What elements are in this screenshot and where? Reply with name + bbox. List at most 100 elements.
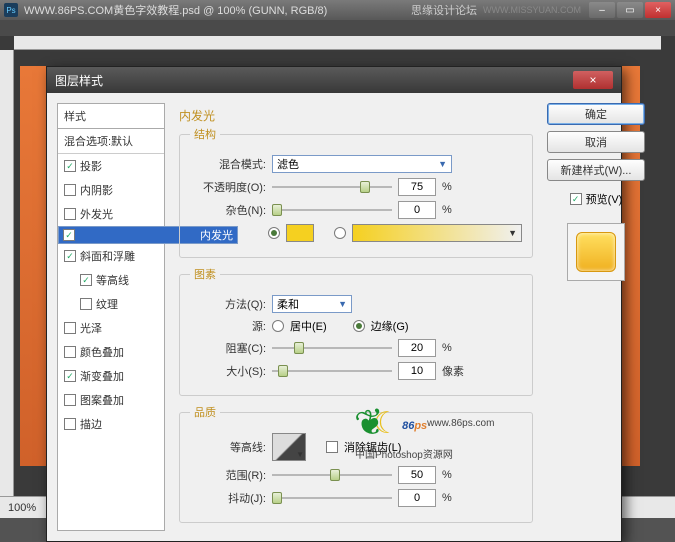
- chevron-down-icon: ▼: [508, 228, 521, 238]
- elements-group: 图素 方法(Q): 柔和 ▼ 源: 居中(E) 边缘: [179, 266, 533, 396]
- styles-list: 样式 混合选项:默认 投影 内阴影 外发光 内发光 斜面和浮雕 等高线 纹理 光…: [57, 103, 165, 531]
- jitter-unit: %: [442, 492, 452, 504]
- color-swatch[interactable]: [286, 224, 314, 242]
- style-item-contour[interactable]: 等高线: [58, 268, 164, 292]
- contour-label: 等高线:: [190, 439, 266, 455]
- checkbox[interactable]: [64, 346, 76, 358]
- preview-toggle[interactable]: 预览(V): [570, 191, 623, 207]
- maximize-button[interactable]: ▭: [617, 2, 643, 18]
- range-input[interactable]: [398, 466, 436, 484]
- checkbox[interactable]: [80, 274, 92, 286]
- size-input[interactable]: [398, 362, 436, 380]
- checkbox[interactable]: [64, 394, 76, 406]
- jitter-label: 抖动(J):: [190, 490, 266, 506]
- settings-panel: 内发光 结构 混合模式: 滤色 ▼ 不透明度(O): %: [173, 103, 539, 531]
- forum-label: 思缘设计论坛: [411, 2, 477, 18]
- blending-options[interactable]: 混合选项:默认: [58, 129, 164, 154]
- style-item-satin[interactable]: 光泽: [58, 316, 164, 340]
- opacity-unit: %: [442, 181, 452, 193]
- document-title: WWW.86PS.COM黄色字效教程.psd @ 100% (GUNN, RGB…: [24, 2, 411, 18]
- checkbox[interactable]: [63, 229, 75, 241]
- style-item-bevel[interactable]: 斜面和浮雕: [58, 244, 164, 268]
- blend-mode-select[interactable]: 滤色 ▼: [272, 155, 452, 173]
- window-close-button[interactable]: ×: [645, 2, 671, 18]
- opacity-input[interactable]: [398, 178, 436, 196]
- opacity-slider[interactable]: [272, 180, 392, 194]
- layer-style-dialog: 图层样式 × 样式 混合选项:默认 投影 内阴影 外发光 内发光 斜面和浮雕 等…: [46, 66, 622, 542]
- menu-strip: [0, 20, 675, 36]
- ps-icon: Ps: [4, 3, 18, 17]
- source-edge-label: 边缘(G): [371, 318, 409, 334]
- style-item-texture[interactable]: 纹理: [58, 292, 164, 316]
- panel-title: 内发光: [179, 107, 533, 124]
- range-slider[interactable]: [272, 468, 392, 482]
- source-edge-radio[interactable]: [353, 320, 365, 332]
- choke-input[interactable]: [398, 339, 436, 357]
- checkbox[interactable]: [64, 184, 76, 196]
- size-label: 大小(S):: [190, 363, 266, 379]
- document-area: 图层样式 × 样式 混合选项:默认 投影 内阴影 外发光 内发光 斜面和浮雕 等…: [0, 36, 675, 496]
- opacity-label: 不透明度(O):: [190, 179, 266, 195]
- jitter-slider[interactable]: [272, 491, 392, 505]
- contour-picker[interactable]: ▼: [272, 433, 306, 461]
- style-item-gradient-overlay[interactable]: 渐变叠加: [58, 364, 164, 388]
- choke-slider[interactable]: [272, 341, 392, 355]
- checkbox[interactable]: [64, 208, 76, 220]
- dialog-buttons: 确定 取消 新建样式(W)... 预览(V): [547, 103, 645, 531]
- checkbox[interactable]: [64, 250, 76, 262]
- technique-select[interactable]: 柔和 ▼: [272, 295, 352, 313]
- gradient-radio[interactable]: [334, 227, 346, 239]
- minimize-button[interactable]: –: [589, 2, 615, 18]
- new-style-button[interactable]: 新建样式(W)...: [547, 159, 645, 181]
- source-center-label: 居中(E): [290, 318, 327, 334]
- gradient-swatch[interactable]: ▼: [352, 224, 522, 242]
- styles-header[interactable]: 样式: [58, 104, 164, 129]
- style-item-outer-glow[interactable]: 外发光: [58, 202, 164, 226]
- checkbox[interactable]: [64, 370, 76, 382]
- chevron-down-icon: ▼: [338, 299, 347, 309]
- dialog-close-button[interactable]: ×: [573, 71, 613, 89]
- source-center-radio[interactable]: [272, 320, 284, 332]
- style-item-drop-shadow[interactable]: 投影: [58, 154, 164, 178]
- noise-input[interactable]: [398, 201, 436, 219]
- ruler-vertical: [0, 50, 14, 496]
- preview-label: 预览(V): [586, 191, 623, 207]
- style-item-stroke[interactable]: 描边: [58, 412, 164, 436]
- watermark: WWW.MISSYUAN.COM: [483, 5, 581, 15]
- range-label: 范围(R):: [190, 467, 266, 483]
- style-item-pattern-overlay[interactable]: 图案叠加: [58, 388, 164, 412]
- style-item-inner-shadow[interactable]: 内阴影: [58, 178, 164, 202]
- anti-alias-checkbox[interactable]: [326, 441, 338, 453]
- structure-group: 结构 混合模式: 滤色 ▼ 不透明度(O): %: [179, 126, 533, 258]
- quality-legend: 品质: [190, 404, 220, 420]
- checkbox[interactable]: [64, 322, 76, 334]
- structure-legend: 结构: [190, 126, 220, 142]
- chevron-down-icon: ▼: [295, 449, 305, 460]
- checkbox[interactable]: [64, 160, 76, 172]
- noise-label: 杂色(N):: [190, 202, 266, 218]
- anti-alias-label: 消除锯齿(L): [344, 439, 401, 455]
- noise-slider[interactable]: [272, 203, 392, 217]
- elements-legend: 图素: [190, 266, 220, 282]
- range-unit: %: [442, 469, 452, 481]
- choke-label: 阻塞(C):: [190, 340, 266, 356]
- choke-unit: %: [442, 342, 452, 354]
- style-item-color-overlay[interactable]: 颜色叠加: [58, 340, 164, 364]
- preview-checkbox[interactable]: [570, 193, 582, 205]
- checkbox[interactable]: [64, 418, 76, 430]
- size-unit: 像素: [442, 363, 464, 379]
- preview-inner: [576, 232, 616, 272]
- checkbox[interactable]: [80, 298, 92, 310]
- preview-thumbnail: [567, 223, 625, 281]
- cancel-button[interactable]: 取消: [547, 131, 645, 153]
- dialog-titlebar[interactable]: 图层样式 ×: [47, 67, 621, 93]
- size-slider[interactable]: [272, 364, 392, 378]
- jitter-input[interactable]: [398, 489, 436, 507]
- app-titlebar: Ps WWW.86PS.COM黄色字效教程.psd @ 100% (GUNN, …: [0, 0, 675, 20]
- ruler-horizontal: [14, 36, 661, 50]
- ok-button[interactable]: 确定: [547, 103, 645, 125]
- zoom-level[interactable]: 100%: [8, 502, 36, 514]
- blend-mode-label: 混合模式:: [190, 156, 266, 172]
- chevron-down-icon: ▼: [438, 159, 447, 169]
- color-radio[interactable]: [268, 227, 280, 239]
